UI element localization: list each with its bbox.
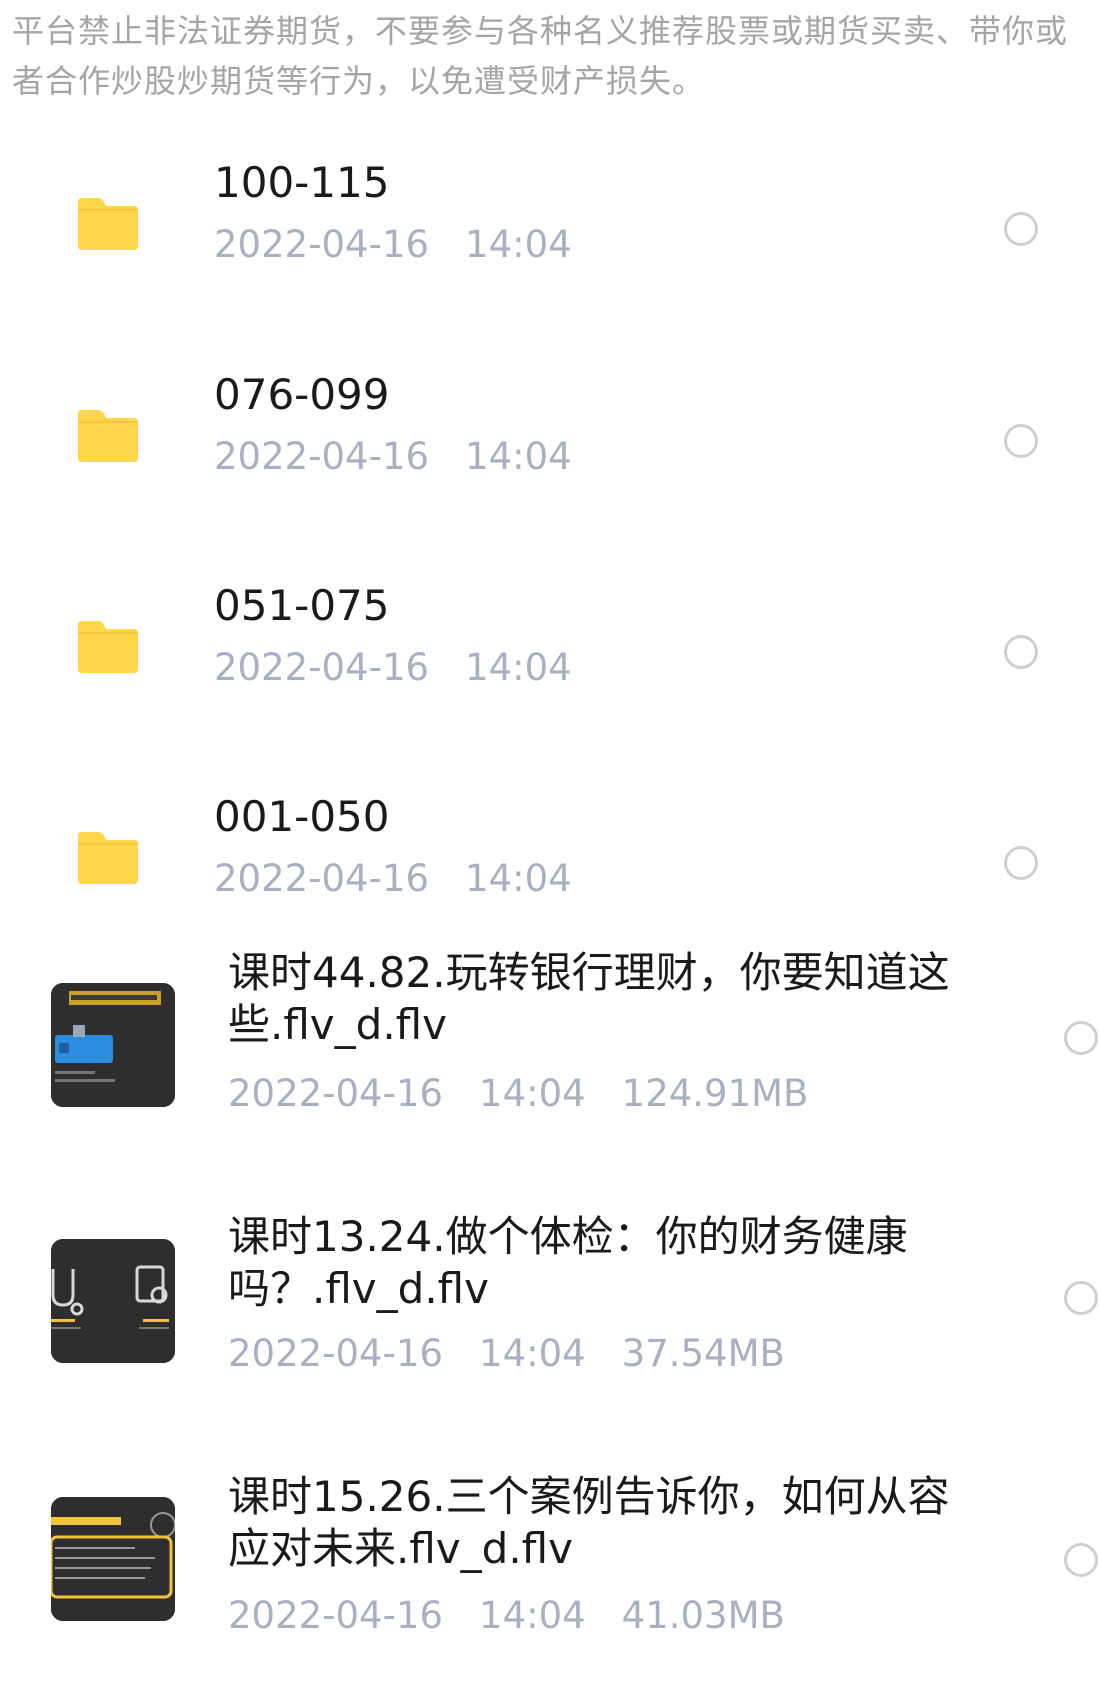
file-meta: 2022-04-16 14:04 37.54MB (228, 1331, 821, 1377)
folder-time: 14:04 (465, 223, 572, 266)
file-date: 2022-04-16 (228, 1594, 444, 1637)
video-thumbnail (51, 983, 175, 1107)
folder-meta: 2022-04-16 14:04 (214, 856, 608, 902)
folder-time: 14:04 (465, 857, 572, 900)
file-date: 2022-04-16 (228, 1332, 444, 1375)
file-time: 14:04 (479, 1072, 586, 1115)
file-row[interactable]: 课时44.82.玩转银行理财，你要知道这些.flv_d.flv 2022-04-… (0, 948, 1099, 1155)
folder-icon (78, 198, 138, 250)
folder-meta: 2022-04-16 14:04 (214, 222, 608, 268)
file-date: 2022-04-16 (228, 1072, 444, 1115)
folder-icon (78, 410, 138, 462)
select-radio[interactable] (1004, 212, 1038, 246)
select-radio[interactable] (1064, 1281, 1098, 1315)
folder-meta: 2022-04-16 14:04 (214, 434, 608, 480)
folder-row[interactable]: 076-099 2022-04-16 14:04 (0, 362, 1099, 522)
folder-time: 14:04 (465, 435, 572, 478)
case-study-thumbnail-icon (51, 1497, 175, 1621)
folder-name: 051-075 (214, 581, 390, 630)
folder-date: 2022-04-16 (214, 857, 430, 900)
folder-name: 001-050 (214, 792, 390, 841)
file-size: 37.54MB (621, 1332, 785, 1375)
health-check-thumbnail-icon (51, 1239, 175, 1363)
select-radio[interactable] (1004, 424, 1038, 458)
video-thumbnail (51, 1497, 175, 1621)
folder-row[interactable]: 100-115 2022-04-16 14:04 (0, 150, 1099, 310)
folder-icon (78, 621, 138, 673)
folder-date: 2022-04-16 (214, 646, 430, 689)
folder-time: 14:04 (465, 646, 572, 689)
folder-meta: 2022-04-16 14:04 (214, 645, 608, 691)
file-time: 14:04 (479, 1332, 586, 1375)
file-meta: 2022-04-16 14:04 124.91MB (228, 1071, 844, 1117)
folder-name: 076-099 (214, 370, 390, 419)
file-row[interactable]: 课时13.24.做个体检：你的财务健康吗？.flv_d.flv 2022-04-… (0, 1212, 1099, 1415)
file-time: 14:04 (479, 1594, 586, 1637)
fraud-warning-notice: 平台禁止非法证券期货，不要参与各种名义推荐股票或期货买卖、带你或者合作炒股炒期货… (12, 12, 1069, 100)
select-radio[interactable] (1064, 1021, 1098, 1055)
folder-icon (78, 832, 138, 884)
select-radio[interactable] (1004, 635, 1038, 669)
file-row[interactable]: 课时15.26.三个案例告诉你，如何从容应对未来.flv_d.flv 2022-… (0, 1472, 1099, 1675)
folder-name: 100-115 (214, 158, 390, 207)
file-size: 124.91MB (621, 1072, 809, 1115)
folder-date: 2022-04-16 (214, 223, 430, 266)
select-radio[interactable] (1004, 846, 1038, 880)
select-radio[interactable] (1064, 1543, 1098, 1577)
video-thumbnail (51, 1239, 175, 1363)
folder-row[interactable]: 001-050 2022-04-16 14:04 (0, 784, 1099, 944)
file-name: 课时44.82.玩转银行理财，你要知道这些.flv_d.flv (228, 948, 950, 1049)
file-name: 课时15.26.三个案例告诉你，如何从容应对未来.flv_d.flv (228, 1472, 950, 1573)
file-meta: 2022-04-16 14:04 41.03MB (228, 1593, 821, 1639)
file-name: 课时13.24.做个体检：你的财务健康吗？.flv_d.flv (228, 1212, 908, 1313)
bank-card-thumbnail-icon (51, 983, 175, 1107)
folder-date: 2022-04-16 (214, 435, 430, 478)
file-size: 41.03MB (621, 1594, 785, 1637)
folder-row[interactable]: 051-075 2022-04-16 14:04 (0, 573, 1099, 733)
